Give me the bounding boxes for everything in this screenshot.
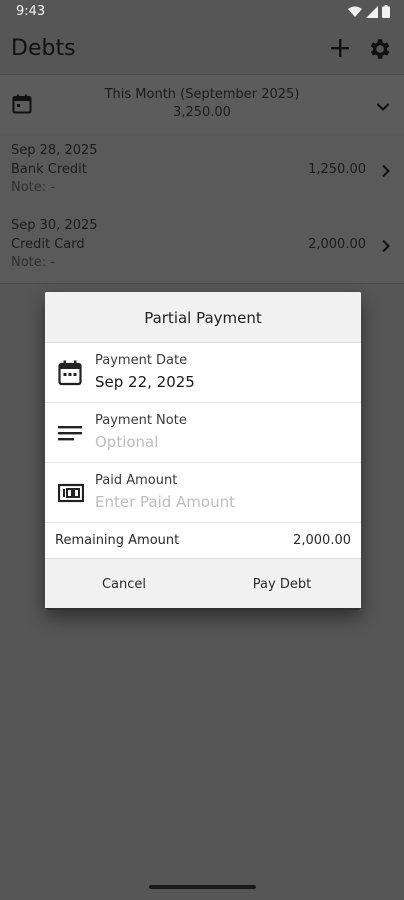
settings-button[interactable] xyxy=(366,36,392,66)
remaining-amount-label: Remaining Amount xyxy=(55,533,180,548)
page-title: Debts xyxy=(11,36,76,61)
period-total: 3,250.00 xyxy=(173,105,231,120)
status-bar: 9:43 xyxy=(0,0,404,26)
status-time: 9:43 xyxy=(16,4,46,19)
debt-amount: 2,000.00 xyxy=(308,237,366,252)
debt-note: Note: - xyxy=(11,255,55,270)
chevron-right-icon xyxy=(381,163,390,182)
period-label: This Month (September 2025) xyxy=(104,87,300,102)
home-indicator[interactable] xyxy=(149,885,256,889)
dialog-title: Partial Payment xyxy=(144,309,262,327)
payment-note-label: Payment Note xyxy=(95,413,187,428)
payment-note-field[interactable]: Payment Note Optional xyxy=(45,403,361,463)
divider xyxy=(45,608,361,610)
dialog-header: Partial Payment xyxy=(45,292,361,343)
debt-name: Bank Credit xyxy=(11,162,87,177)
payment-date-label: Payment Date xyxy=(95,353,188,368)
status-icons xyxy=(348,5,390,18)
money-icon xyxy=(57,480,85,510)
debt-list: Sep 28, 2025 Bank Credit Note: - 1,250.0… xyxy=(0,133,404,283)
debt-note: Note: - xyxy=(11,180,55,195)
debt-date: Sep 30, 2025 xyxy=(11,218,98,233)
wifi-icon xyxy=(348,6,362,17)
debt-name: Credit Card xyxy=(11,237,85,252)
gear-icon xyxy=(370,39,390,59)
add-debt-button[interactable] xyxy=(328,36,352,64)
paid-amount-input[interactable]: Enter Paid Amount xyxy=(95,493,235,511)
chevron-down-icon xyxy=(376,97,390,116)
app-bar: Debts xyxy=(0,26,404,74)
cancel-button[interactable]: Cancel xyxy=(45,559,203,610)
dialog-actions: Cancel Pay Debt xyxy=(45,559,361,610)
notes-icon xyxy=(58,420,82,450)
remaining-amount-row: Remaining Amount 2,000.00 xyxy=(45,522,361,559)
debt-amount: 1,250.00 xyxy=(308,162,366,177)
partial-payment-dialog: Partial Payment Payment Date Sep 22, 202… xyxy=(45,292,361,610)
list-item[interactable]: Sep 30, 2025 Credit Card Note: - 2,000.0… xyxy=(0,208,404,283)
payment-date-field[interactable]: Payment Date Sep 22, 2025 xyxy=(45,343,361,403)
calendar-icon xyxy=(58,360,82,390)
paid-amount-field[interactable]: Paid Amount Enter Paid Amount xyxy=(45,463,361,523)
pay-debt-button[interactable]: Pay Debt xyxy=(203,559,361,610)
paid-amount-label: Paid Amount xyxy=(95,473,178,488)
payment-note-input[interactable]: Optional xyxy=(95,433,158,451)
add-icon xyxy=(331,39,349,57)
signal-icon xyxy=(366,5,378,18)
payment-date-value[interactable]: Sep 22, 2025 xyxy=(95,373,195,391)
battery-icon xyxy=(382,5,390,18)
chevron-right-icon xyxy=(381,238,390,257)
period-selector[interactable]: This Month (September 2025) 3,250.00 xyxy=(0,75,404,133)
divider xyxy=(0,283,404,284)
list-item[interactable]: Sep 28, 2025 Bank Credit Note: - 1,250.0… xyxy=(0,133,404,208)
debt-date: Sep 28, 2025 xyxy=(11,143,98,158)
remaining-amount-value: 2,000.00 xyxy=(293,533,351,548)
